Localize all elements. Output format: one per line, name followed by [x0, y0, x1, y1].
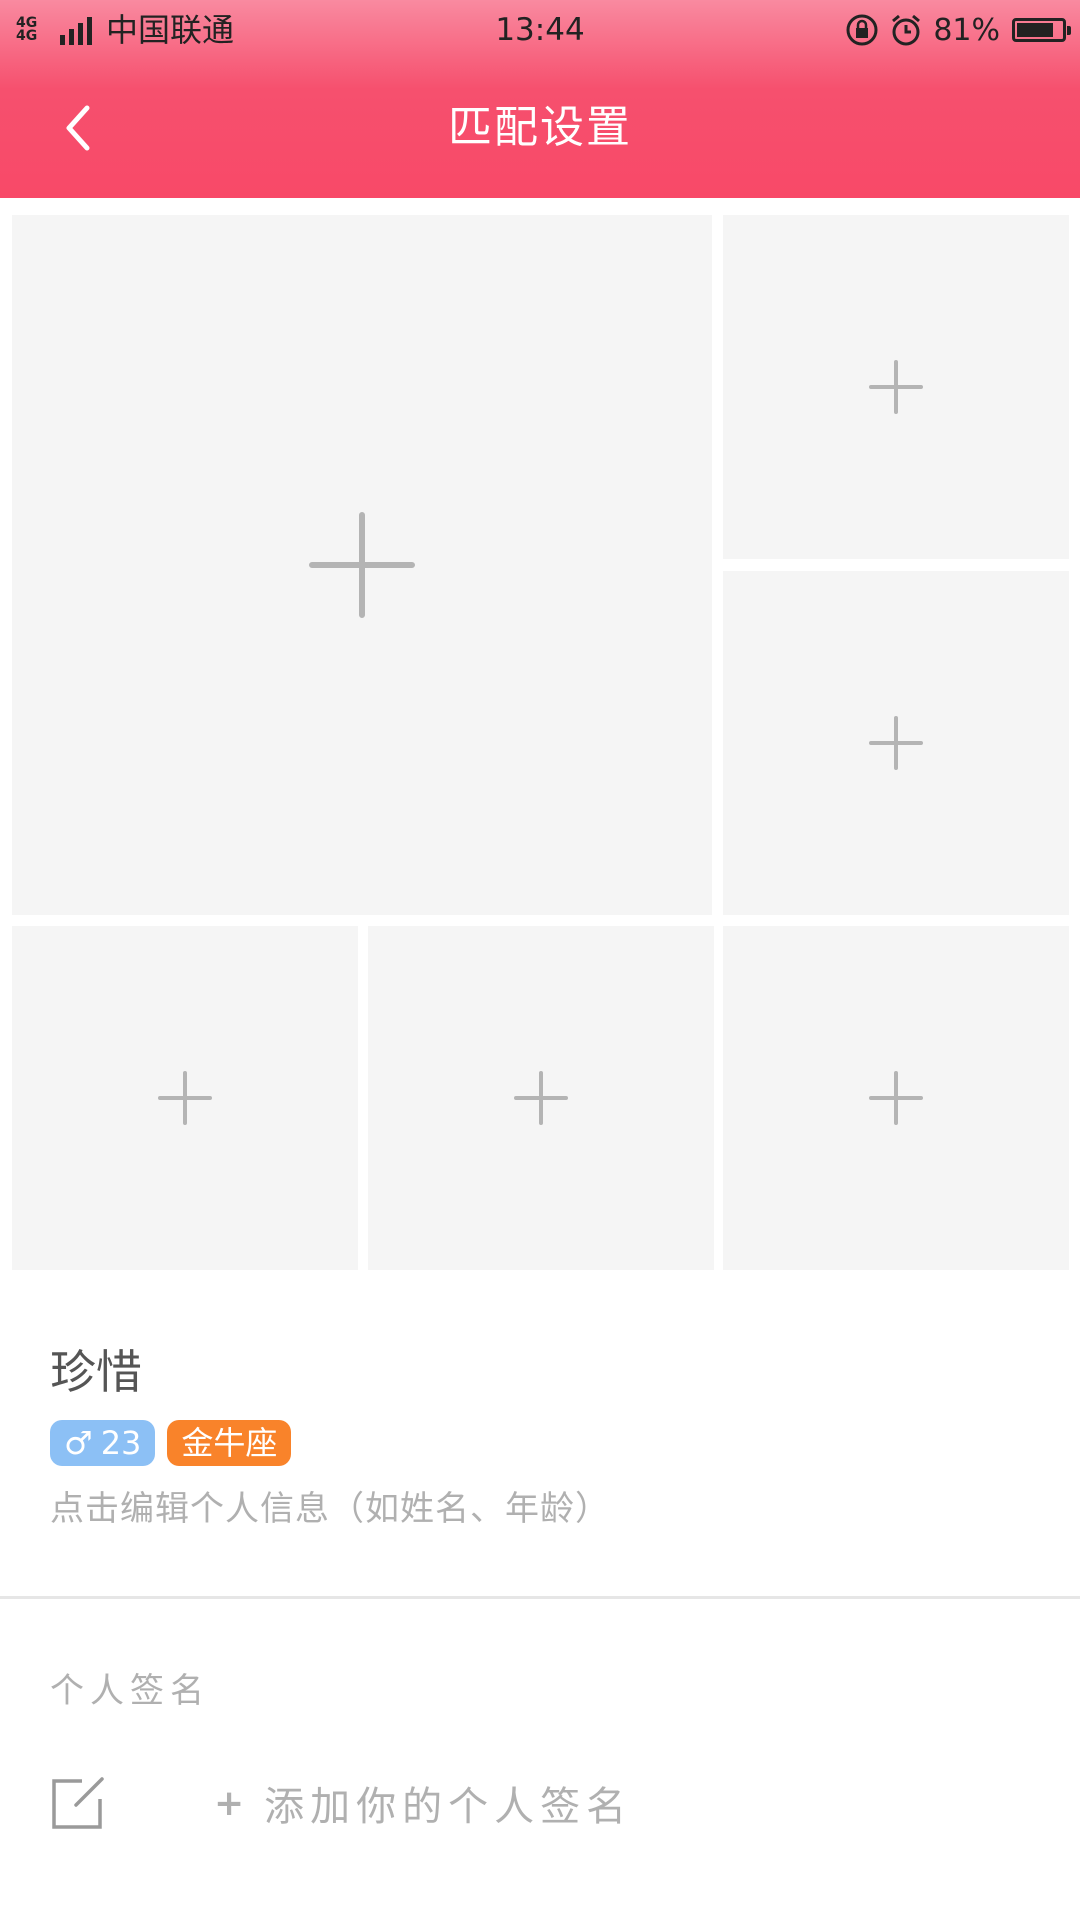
age-value: 23: [100, 1424, 142, 1462]
photo-slot-main[interactable]: [12, 215, 712, 915]
page-title: 匹配设置: [448, 102, 632, 153]
edit-profile-hint[interactable]: 点击编辑个人信息（如姓名、年龄）: [50, 1484, 1030, 1534]
profile-name: 珍惜: [50, 1345, 142, 1399]
plus-icon: [309, 512, 415, 618]
photo-slot-5[interactable]: [368, 926, 714, 1270]
zodiac-badge: 金牛座: [167, 1420, 292, 1466]
signature-section-title: 个人签名: [50, 1671, 210, 1711]
plus-icon: [158, 1071, 212, 1125]
battery-percent: 81%: [933, 12, 1000, 48]
battery-icon: [1012, 18, 1071, 42]
photo-slot-6[interactable]: [723, 926, 1069, 1270]
status-right: 81%: [845, 8, 1071, 52]
add-signature-button[interactable]: + 添加你的个人签名: [214, 1774, 632, 1832]
plus-icon: [869, 716, 923, 770]
section-divider: [0, 1596, 1080, 1599]
add-signature-plus: +: [214, 1782, 245, 1824]
photo-slot-4[interactable]: [12, 926, 358, 1270]
edit-icon: [52, 1777, 104, 1829]
gender-age-badge: ♂ 23: [50, 1420, 156, 1466]
profile-badges: ♂ 23 金牛座: [50, 1420, 1030, 1466]
plus-icon: [869, 1071, 923, 1125]
plus-icon: [869, 360, 923, 414]
status-bar: 4G 4G 中国联通 13:44 81%: [0, 0, 1080, 62]
plus-icon: [514, 1071, 568, 1125]
photo-slot-2[interactable]: [723, 215, 1069, 559]
add-signature-label: 添加你的个人签名: [264, 1784, 633, 1830]
photo-slot-3[interactable]: [723, 571, 1069, 915]
navigation-bar: 匹配设置: [0, 62, 1080, 198]
alarm-icon: [892, 14, 921, 46]
add-signature-row[interactable]: + 添加你的个人签名: [50, 1768, 1030, 1838]
battery-fill: [1017, 23, 1053, 37]
rotation-lock-icon: [846, 14, 878, 46]
male-icon: ♂: [64, 1424, 93, 1462]
profile-info[interactable]: 珍惜 ♂ 23 金牛座 点击编辑个人信息（如姓名、年龄）: [50, 1340, 1030, 1534]
